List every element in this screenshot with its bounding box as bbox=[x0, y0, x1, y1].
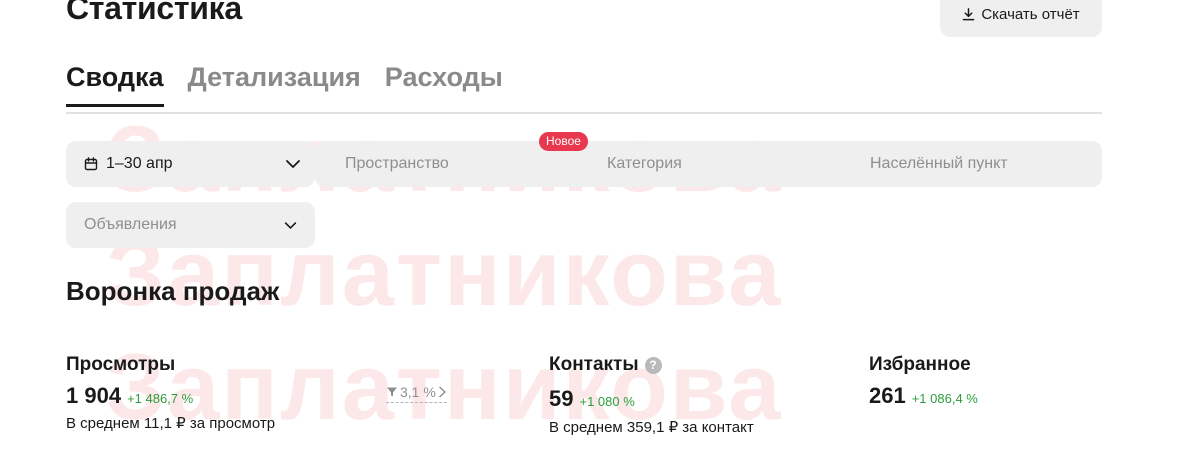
views-label: Просмотры bbox=[66, 354, 176, 375]
date-range-value: 1–30 апр bbox=[106, 155, 173, 172]
tabs: Сводка Детализация Расходы bbox=[66, 62, 503, 107]
contacts-value: 59 bbox=[549, 386, 574, 411]
tab-summary[interactable]: Сводка bbox=[66, 62, 164, 107]
favorites-value-row: 261 +1 086,4 % bbox=[869, 383, 978, 409]
calendar-icon bbox=[84, 157, 98, 171]
conversion-rate-value: 3,1 % bbox=[400, 384, 436, 400]
contacts-average: В среднем 359,1 ₽ за контакт bbox=[549, 419, 754, 436]
chevron-right-icon bbox=[439, 386, 446, 398]
favorites-delta: +1 086,4 % bbox=[911, 391, 978, 406]
date-range-select[interactable]: 1–30 апр bbox=[66, 141, 315, 187]
contacts-value-row: 59 +1 080 % bbox=[549, 386, 635, 412]
city-filter[interactable]: Населённый пункт bbox=[870, 141, 1008, 187]
funnel-icon bbox=[387, 387, 397, 397]
contacts-delta: +1 080 % bbox=[579, 394, 635, 409]
views-delta: +1 486,7 % bbox=[127, 391, 194, 406]
download-report-label: Скачать отчёт bbox=[981, 6, 1080, 23]
ads-select[interactable]: Объявления bbox=[66, 202, 315, 248]
favorites-value: 261 bbox=[869, 383, 906, 408]
download-icon bbox=[962, 8, 975, 21]
chevron-down-icon bbox=[286, 160, 300, 168]
page-title: Статистика bbox=[66, 0, 242, 26]
space-filter[interactable]: Пространство bbox=[345, 141, 449, 187]
conversion-rate-link[interactable]: 3,1 % bbox=[386, 384, 447, 403]
tab-details[interactable]: Детализация bbox=[188, 62, 361, 105]
tab-expenses[interactable]: Расходы bbox=[385, 62, 503, 105]
download-report-button[interactable]: Скачать отчёт bbox=[940, 0, 1102, 37]
contacts-label: Контакты bbox=[549, 354, 639, 375]
ads-select-placeholder: Объявления bbox=[84, 216, 177, 233]
filters-group: Пространство Категория Населённый пункт bbox=[315, 141, 1102, 187]
views-value: 1 904 bbox=[66, 383, 122, 408]
category-filter[interactable]: Категория bbox=[607, 141, 682, 187]
help-icon[interactable]: ? bbox=[644, 356, 662, 374]
favorites-label: Избранное bbox=[869, 354, 971, 375]
tabs-divider bbox=[66, 112, 1102, 114]
chevron-down-icon bbox=[284, 221, 297, 229]
contacts-header: Контакты ? bbox=[549, 354, 662, 376]
sales-funnel-title: Воронка продаж bbox=[66, 276, 280, 306]
views-average: В среднем 11,1 ₽ за просмотр bbox=[66, 415, 276, 432]
new-badge: Новое bbox=[539, 132, 588, 151]
views-value-row: 1 904 +1 486,7 % bbox=[66, 383, 193, 409]
